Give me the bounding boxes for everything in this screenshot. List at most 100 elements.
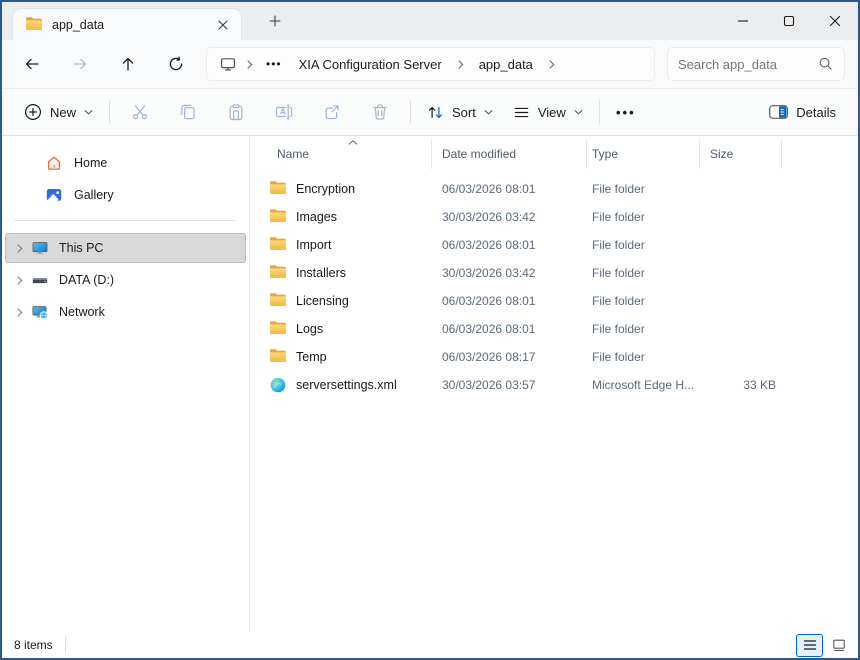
file-row-serversettings-xml[interactable]: serversettings.xml 30/03/2026 03:57 Micr… bbox=[250, 371, 858, 399]
drive-icon bbox=[32, 272, 48, 288]
chevron-right-icon[interactable] bbox=[16, 243, 32, 254]
file-date: 06/03/2026 08:17 bbox=[432, 350, 587, 364]
more-options-button[interactable]: ••• bbox=[606, 94, 646, 130]
search-input[interactable] bbox=[678, 57, 812, 72]
sidebar-item-label: Home bbox=[74, 156, 107, 170]
sort-icon bbox=[427, 104, 444, 121]
sidebar-item-data-drive[interactable]: DATA (D:) bbox=[5, 265, 246, 295]
chevron-right-icon bbox=[453, 59, 468, 70]
view-button[interactable]: View bbox=[503, 94, 593, 130]
details-pane-icon bbox=[769, 105, 788, 119]
file-name: Licensing bbox=[296, 294, 349, 308]
chevron-right-icon[interactable] bbox=[16, 275, 32, 286]
tab-close-icon[interactable] bbox=[211, 13, 235, 37]
rename-button[interactable] bbox=[260, 94, 308, 130]
back-button[interactable] bbox=[8, 45, 56, 83]
file-date: 06/03/2026 08:01 bbox=[432, 238, 587, 252]
titlebar: app_data bbox=[2, 2, 858, 40]
file-type: File folder bbox=[587, 322, 700, 336]
folder-icon bbox=[270, 209, 286, 225]
folder-icon bbox=[270, 181, 286, 197]
sidebar-item-network[interactable]: Network bbox=[5, 297, 246, 327]
share-button[interactable] bbox=[308, 94, 356, 130]
details-pane-button[interactable]: Details bbox=[759, 94, 846, 130]
sort-button[interactable]: Sort bbox=[417, 94, 503, 130]
search-box[interactable] bbox=[667, 47, 845, 81]
file-name: serversettings.xml bbox=[296, 378, 397, 392]
chevron-right-icon[interactable] bbox=[16, 307, 32, 318]
column-header-date-modified[interactable]: Date modified bbox=[432, 139, 587, 169]
file-name: Installers bbox=[296, 266, 346, 280]
file-type: File folder bbox=[587, 182, 700, 196]
sort-label: Sort bbox=[452, 105, 476, 120]
copy-icon bbox=[179, 103, 197, 121]
home-icon bbox=[46, 155, 62, 171]
file-name: Encryption bbox=[296, 182, 355, 196]
folder-icon bbox=[270, 237, 286, 253]
minimize-button[interactable] bbox=[720, 2, 766, 40]
sidebar-item-this-pc[interactable]: This PC bbox=[5, 233, 246, 263]
file-row-installers[interactable]: Installers 30/03/2026 03:42 File folder bbox=[250, 259, 858, 287]
toolbar-divider bbox=[410, 100, 411, 124]
sort-ascending-icon bbox=[348, 140, 358, 145]
sidebar-item-gallery[interactable]: Gallery bbox=[5, 180, 246, 210]
statusbar-divider bbox=[65, 637, 66, 653]
tab-title: app_data bbox=[52, 18, 201, 32]
file-name: Temp bbox=[296, 350, 327, 364]
navigation-bar: ••• XIA Configuration Server app_data bbox=[2, 40, 858, 88]
details-view-toggle[interactable] bbox=[796, 634, 823, 657]
sidebar-item-home[interactable]: Home bbox=[5, 148, 246, 178]
file-row-images[interactable]: Images 30/03/2026 03:42 File folder bbox=[250, 203, 858, 231]
chevron-right-icon[interactable] bbox=[544, 59, 559, 70]
file-type: File folder bbox=[587, 238, 700, 252]
file-row-temp[interactable]: Temp 06/03/2026 08:17 File folder bbox=[250, 343, 858, 371]
column-header-type[interactable]: Type bbox=[587, 139, 700, 169]
new-button[interactable]: New bbox=[14, 94, 103, 130]
close-button[interactable] bbox=[812, 2, 858, 40]
file-date: 06/03/2026 08:01 bbox=[432, 182, 587, 196]
file-row-encryption[interactable]: Encryption 06/03/2026 08:01 File folder bbox=[250, 175, 858, 203]
file-row-licensing[interactable]: Licensing 06/03/2026 08:01 File folder bbox=[250, 287, 858, 315]
file-row-logs[interactable]: Logs 06/03/2026 08:01 File folder bbox=[250, 315, 858, 343]
new-label: New bbox=[50, 105, 76, 120]
new-tab-button[interactable] bbox=[262, 8, 288, 34]
file-row-import[interactable]: Import 06/03/2026 08:01 File folder bbox=[250, 231, 858, 259]
folder-icon bbox=[270, 349, 286, 365]
file-type: File folder bbox=[587, 350, 700, 364]
details-label: Details bbox=[796, 105, 836, 120]
search-icon[interactable] bbox=[818, 56, 834, 72]
sidebar-separator bbox=[14, 220, 237, 221]
forward-button[interactable] bbox=[56, 45, 104, 83]
cut-button[interactable] bbox=[116, 94, 164, 130]
this-pc-icon bbox=[32, 240, 48, 256]
file-date: 06/03/2026 08:01 bbox=[432, 294, 587, 308]
breadcrumb-segment-appdata[interactable]: app_data bbox=[471, 54, 541, 75]
chevron-right-icon bbox=[242, 59, 257, 70]
explorer-tab[interactable]: app_data bbox=[12, 8, 242, 40]
paste-button[interactable] bbox=[212, 94, 260, 130]
thumbnail-view-toggle[interactable] bbox=[825, 634, 852, 657]
up-button[interactable] bbox=[104, 45, 152, 83]
copy-button[interactable] bbox=[164, 94, 212, 130]
sidebar-item-label: This PC bbox=[59, 241, 103, 255]
address-bar[interactable]: ••• XIA Configuration Server app_data bbox=[206, 47, 655, 81]
file-name: Import bbox=[296, 238, 331, 252]
details-view-icon bbox=[803, 639, 817, 651]
column-header-size[interactable]: Size bbox=[700, 139, 782, 169]
delete-button[interactable] bbox=[356, 94, 404, 130]
maximize-button[interactable] bbox=[766, 2, 812, 40]
file-date: 30/03/2026 03:57 bbox=[432, 378, 587, 392]
paste-icon bbox=[227, 103, 245, 121]
breadcrumb-segment-server[interactable]: XIA Configuration Server bbox=[291, 54, 450, 75]
refresh-button[interactable] bbox=[152, 45, 200, 83]
toolbar-divider bbox=[109, 100, 110, 124]
folder-icon bbox=[270, 293, 286, 309]
this-pc-breadcrumb-icon[interactable] bbox=[220, 56, 236, 72]
network-icon bbox=[32, 304, 48, 320]
file-type: File folder bbox=[587, 210, 700, 224]
window-controls bbox=[720, 2, 858, 40]
sidebar-item-label: DATA (D:) bbox=[59, 273, 114, 287]
column-header-name[interactable]: Name bbox=[250, 139, 432, 169]
breadcrumb-overflow-button[interactable]: ••• bbox=[260, 57, 288, 71]
explorer-body: Home Gallery This PC bbox=[2, 136, 858, 632]
